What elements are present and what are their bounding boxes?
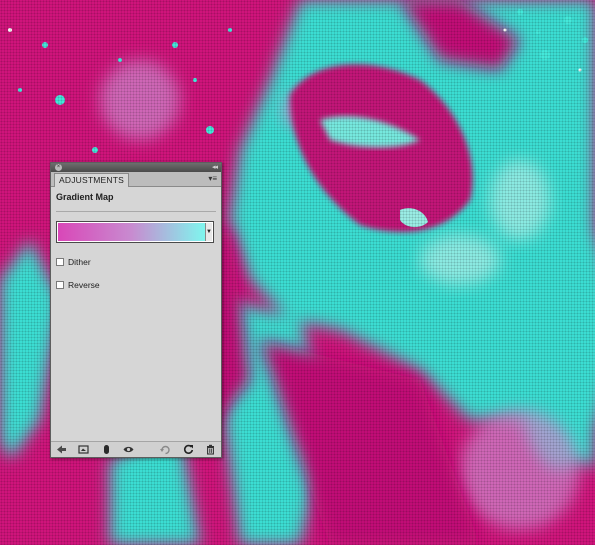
chevron-down-icon[interactable]: ▼	[205, 223, 212, 241]
gradient-swatch[interactable]	[58, 223, 205, 241]
dither-checkbox[interactable]	[56, 258, 64, 266]
delete-icon[interactable]	[205, 444, 216, 455]
reverse-checkbox[interactable]	[56, 281, 64, 289]
reset-icon[interactable]	[183, 444, 194, 455]
panel-title-bar[interactable]: × ◂◂	[51, 163, 221, 172]
return-to-list-icon[interactable]	[56, 444, 67, 455]
panel-menu-icon[interactable]: ▾≡	[208, 174, 217, 184]
adjustment-title: Gradient Map	[56, 192, 114, 202]
divider	[56, 211, 216, 212]
gradient-picker[interactable]: ▼	[56, 221, 214, 243]
close-icon[interactable]: ×	[55, 164, 62, 171]
view-previous-state-icon[interactable]	[160, 444, 171, 455]
tab-adjustments[interactable]: ADJUSTMENTS	[54, 173, 130, 187]
clip-to-layer-icon[interactable]	[101, 444, 112, 455]
panel-tab-bar: ADJUSTMENTS ▾≡	[51, 172, 221, 187]
reverse-label: Reverse	[68, 280, 100, 290]
dither-label: Dither	[68, 257, 91, 267]
adjustments-panel: × ◂◂ ADJUSTMENTS ▾≡ Gradient Map ▼ Dithe…	[50, 162, 222, 458]
expanded-view-icon[interactable]	[78, 444, 89, 455]
panel-bottom-bar	[51, 441, 221, 457]
visibility-eye-icon[interactable]	[123, 444, 134, 455]
collapse-icon[interactable]: ◂◂	[212, 163, 218, 172]
